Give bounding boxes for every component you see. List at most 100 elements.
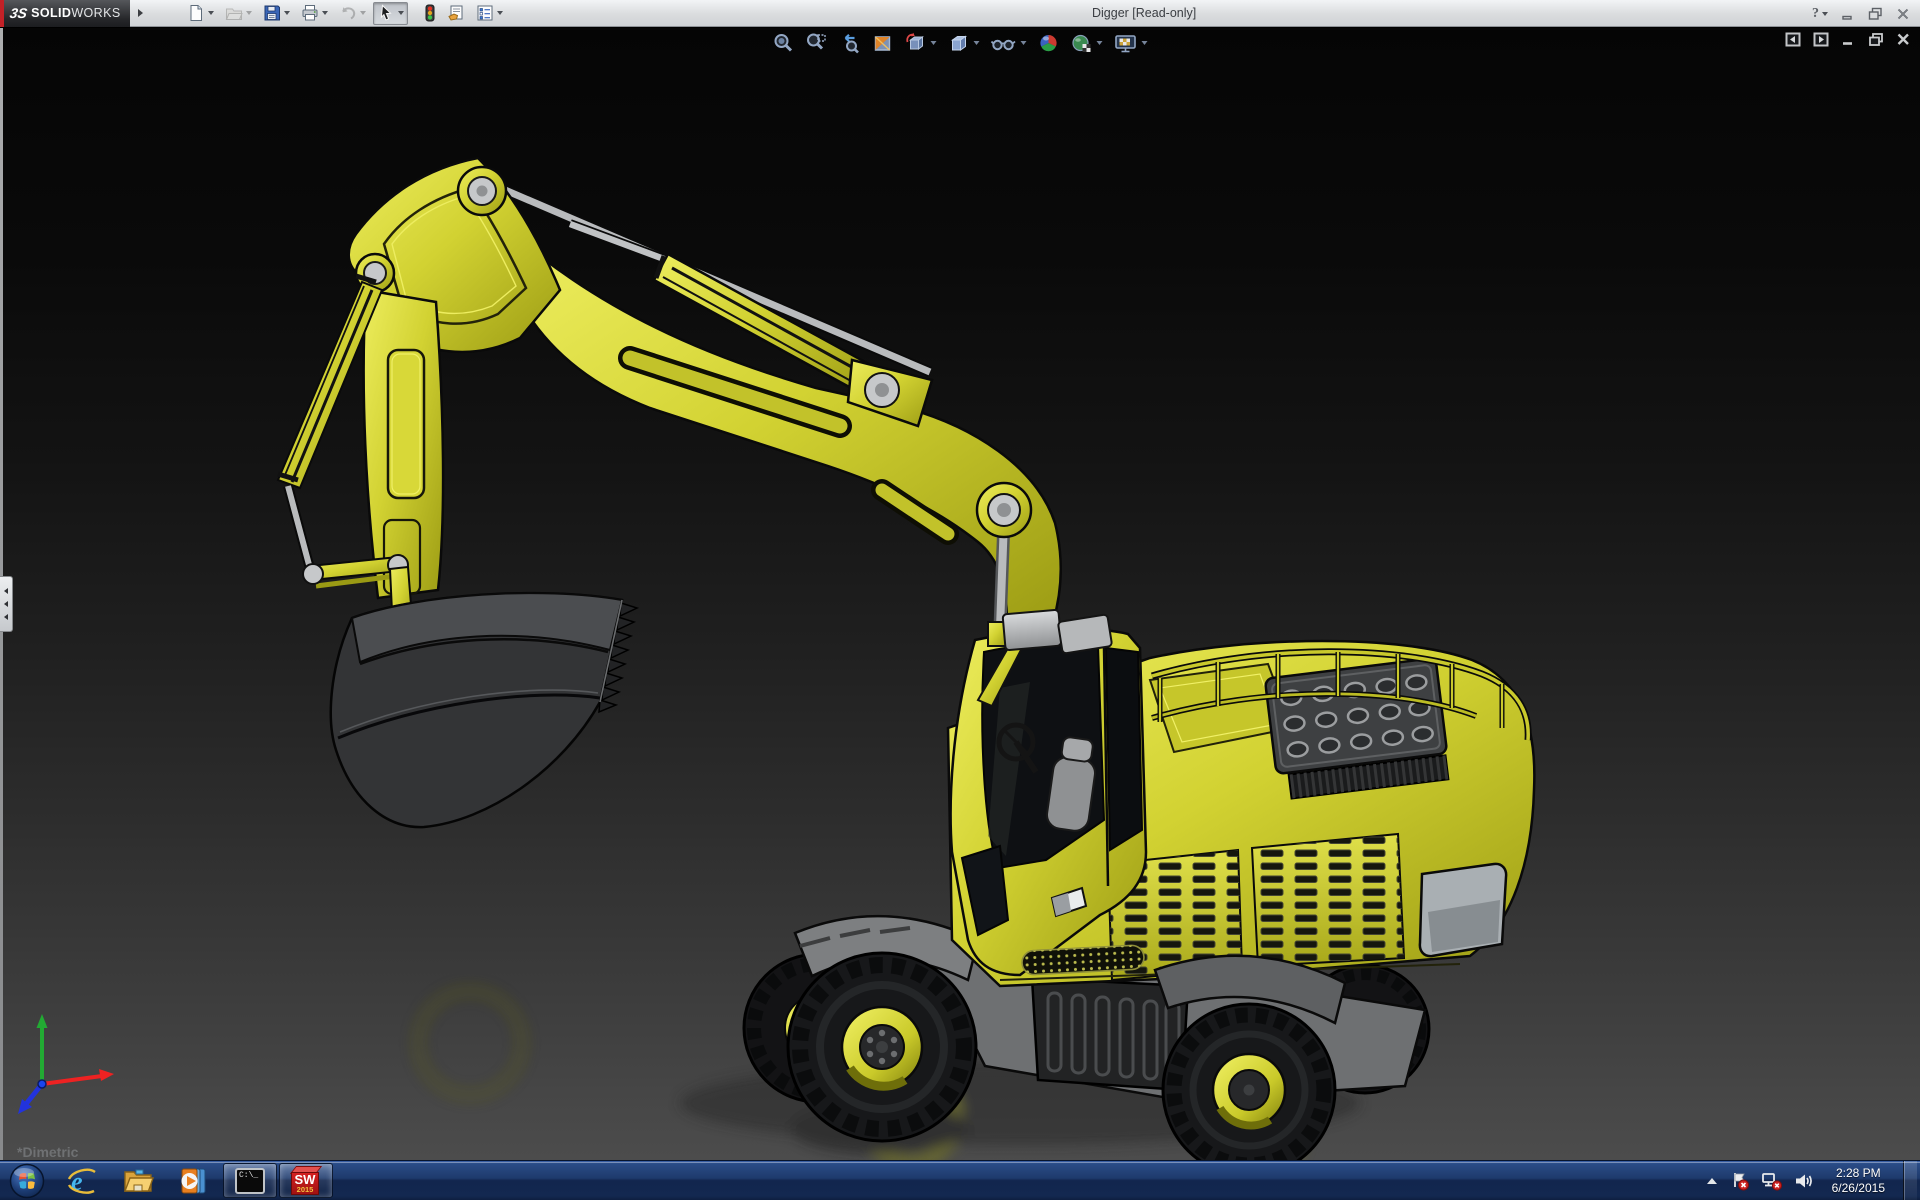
collapse-arrow-icon bbox=[4, 601, 8, 607]
dropdown-caret-icon[interactable] bbox=[360, 11, 366, 15]
new-document-button[interactable] bbox=[183, 2, 218, 25]
new-document-icon bbox=[187, 4, 205, 22]
pane-expand-right-icon[interactable] bbox=[1813, 32, 1829, 47]
dropdown-caret-icon[interactable] bbox=[1822, 12, 1828, 16]
options-icon bbox=[476, 4, 494, 22]
undo-button[interactable] bbox=[335, 2, 370, 25]
minimize-icon bbox=[1841, 7, 1855, 21]
restore-icon bbox=[1868, 7, 1883, 21]
view-orientation-icon bbox=[905, 32, 927, 54]
brand-text: SOLIDWORKS bbox=[31, 6, 120, 20]
save-icon bbox=[263, 4, 281, 22]
document-title: Digger [Read-only] bbox=[1092, 0, 1196, 27]
file-properties-button[interactable] bbox=[443, 2, 469, 25]
document-window-controls bbox=[1785, 32, 1911, 47]
open-icon bbox=[225, 4, 243, 22]
section-view-button[interactable] bbox=[871, 31, 895, 55]
hide-show-items-button[interactable] bbox=[990, 31, 1028, 55]
zoom-to-area-button[interactable] bbox=[805, 31, 829, 55]
select-button[interactable] bbox=[373, 2, 408, 25]
pane-collapse-left-icon[interactable] bbox=[1785, 32, 1801, 47]
taskbar-item-command-prompt[interactable]: C:\_ bbox=[223, 1163, 277, 1198]
display-style-button[interactable] bbox=[947, 31, 981, 55]
zoom-to-fit-button[interactable] bbox=[772, 31, 796, 55]
zoom-to-area-icon bbox=[806, 32, 828, 54]
3ds-logo-icon: 3S bbox=[9, 5, 29, 21]
graphics-viewport[interactable]: *Dimetric bbox=[0, 28, 1920, 1160]
taskbar-items: e C:\_ bbox=[54, 1161, 334, 1200]
rebuild-button[interactable] bbox=[420, 2, 440, 25]
bucket bbox=[331, 593, 637, 827]
collapse-arrow-icon bbox=[4, 614, 8, 620]
edit-appearance-icon bbox=[1038, 32, 1060, 54]
undo-icon bbox=[339, 4, 357, 22]
file-properties-icon bbox=[447, 4, 465, 22]
dropdown-caret-icon[interactable] bbox=[1142, 41, 1148, 45]
apply-scene-button[interactable] bbox=[1070, 31, 1104, 55]
solidworks-2015-icon: SW 2015 bbox=[291, 1166, 321, 1196]
dropdown-caret-icon[interactable] bbox=[322, 11, 328, 15]
dropdown-caret-icon[interactable] bbox=[398, 11, 404, 15]
close-icon[interactable] bbox=[1896, 32, 1911, 47]
volume-icon[interactable] bbox=[1794, 1172, 1814, 1190]
zoom-to-fit-icon bbox=[773, 32, 795, 54]
front-left-wheel bbox=[788, 953, 976, 1141]
dropdown-caret-icon[interactable] bbox=[931, 41, 937, 45]
help-button[interactable]: ? bbox=[1812, 6, 1828, 22]
view-settings-icon bbox=[1114, 32, 1138, 54]
close-button[interactable] bbox=[1896, 7, 1910, 21]
view-orientation-label: *Dimetric bbox=[17, 1144, 78, 1160]
clock-time: 2:28 PM bbox=[1836, 1166, 1881, 1181]
windows-taskbar: e C:\_ bbox=[0, 1160, 1920, 1200]
command-prompt-icon: C:\_ bbox=[235, 1168, 265, 1194]
taskbar-item-solidworks-2015[interactable]: SW 2015 bbox=[279, 1163, 333, 1198]
dropdown-caret-icon[interactable] bbox=[974, 41, 980, 45]
dropdown-caret-icon[interactable] bbox=[1097, 41, 1103, 45]
start-button[interactable] bbox=[0, 1161, 54, 1200]
roof-beacon bbox=[988, 610, 1112, 654]
restore-button[interactable] bbox=[1868, 7, 1883, 21]
save-button[interactable] bbox=[259, 2, 294, 25]
open-button[interactable] bbox=[221, 2, 256, 25]
front-right-wheel bbox=[1163, 1004, 1335, 1160]
hidden-icons-chevron-icon[interactable] bbox=[1705, 1175, 1719, 1187]
show-desktop-button[interactable] bbox=[1903, 1161, 1917, 1200]
feature-panel-collapsed-tab[interactable] bbox=[0, 576, 13, 632]
clock-date: 6/26/2015 bbox=[1832, 1181, 1885, 1196]
view-settings-button[interactable] bbox=[1113, 31, 1149, 55]
windows-start-icon bbox=[9, 1163, 45, 1199]
taskbar-item-media-player[interactable] bbox=[167, 1163, 221, 1198]
display-style-icon bbox=[948, 32, 970, 54]
system-tray: 2:28 PM 6/26/2015 bbox=[1705, 1161, 1920, 1200]
menu-flyout-arrow-icon[interactable] bbox=[138, 9, 143, 17]
dropdown-caret-icon[interactable] bbox=[497, 11, 503, 15]
print-button[interactable] bbox=[297, 2, 332, 25]
hide-show-items-icon bbox=[991, 32, 1017, 54]
minimize-button[interactable] bbox=[1841, 7, 1855, 21]
minimize-icon[interactable] bbox=[1841, 32, 1856, 47]
close-icon bbox=[1896, 7, 1910, 21]
taskbar-clock[interactable]: 2:28 PM 6/26/2015 bbox=[1825, 1166, 1892, 1196]
restore-icon[interactable] bbox=[1868, 32, 1884, 47]
windows-explorer-icon bbox=[122, 1165, 154, 1197]
solidworks-logo: 3S SOLIDWORKS bbox=[0, 0, 130, 27]
rebuild-traffic-light-icon bbox=[424, 4, 436, 22]
main-toolbar bbox=[183, 2, 507, 25]
dropdown-caret-icon[interactable] bbox=[246, 11, 252, 15]
view-orientation-button[interactable] bbox=[904, 31, 938, 55]
taskbar-item-windows-explorer[interactable] bbox=[111, 1163, 165, 1198]
internet-explorer-icon: e bbox=[66, 1165, 98, 1197]
window-controls: ? bbox=[1812, 0, 1910, 27]
previous-view-button[interactable] bbox=[838, 31, 862, 55]
headsup-view-toolbar bbox=[772, 31, 1149, 55]
dropdown-caret-icon[interactable] bbox=[1021, 41, 1027, 45]
network-disconnected-icon[interactable] bbox=[1761, 1171, 1783, 1191]
options-button[interactable] bbox=[472, 2, 507, 25]
taskbar-item-internet-explorer[interactable]: e bbox=[55, 1163, 109, 1198]
dropdown-caret-icon[interactable] bbox=[284, 11, 290, 15]
action-center-flag-icon[interactable] bbox=[1730, 1171, 1750, 1191]
edit-appearance-button[interactable] bbox=[1037, 31, 1061, 55]
model-canvas[interactable] bbox=[0, 28, 1920, 1160]
collapse-arrow-icon bbox=[4, 588, 8, 594]
dropdown-caret-icon[interactable] bbox=[208, 11, 214, 15]
